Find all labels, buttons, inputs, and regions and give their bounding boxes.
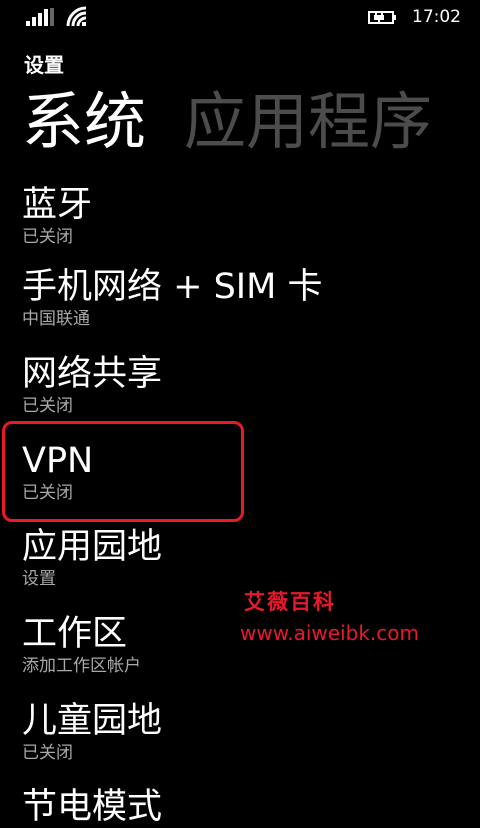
list-item-cellular-sim[interactable]: 手机网络 + SIM 卡 中国联通	[22, 266, 462, 330]
watermark-title: 艾薇百科	[244, 589, 336, 614]
list-item-title: 节电模式	[22, 787, 163, 827]
list-item-battery-saver[interactable]: 节电模式	[22, 786, 462, 828]
list-item-internet-sharing[interactable]: 网络共享 已关闭	[22, 353, 462, 417]
settings-list: 蓝牙 已关闭 手机网络 + SIM 卡 中国联通 网络共享 已关闭 VPN 已关…	[0, 0, 480, 827]
vpn-highlight-box	[2, 421, 244, 522]
list-item-title: 网络共享	[22, 354, 163, 394]
list-item-app-corner[interactable]: 应用园地 设置	[22, 526, 462, 590]
list-item-status: 设置	[22, 569, 56, 589]
list-item-title: 儿童园地	[22, 701, 163, 741]
watermark-url: www.aiweibk.com	[240, 621, 419, 645]
list-item-status: 已关闭	[22, 227, 73, 247]
list-item-kids-corner[interactable]: 儿童园地 已关闭	[22, 700, 462, 764]
list-item-status: 添加工作区帐户	[22, 656, 141, 676]
list-item-status: 已关闭	[22, 743, 73, 763]
list-item-title: 手机网络 + SIM 卡	[22, 267, 323, 307]
list-item-bluetooth[interactable]: 蓝牙 已关闭	[22, 184, 462, 248]
list-item-status: 已关闭	[22, 396, 73, 416]
list-item-status: 中国联通	[22, 309, 90, 329]
list-item-title: 蓝牙	[22, 185, 93, 225]
list-item-title: 应用园地	[22, 527, 163, 567]
